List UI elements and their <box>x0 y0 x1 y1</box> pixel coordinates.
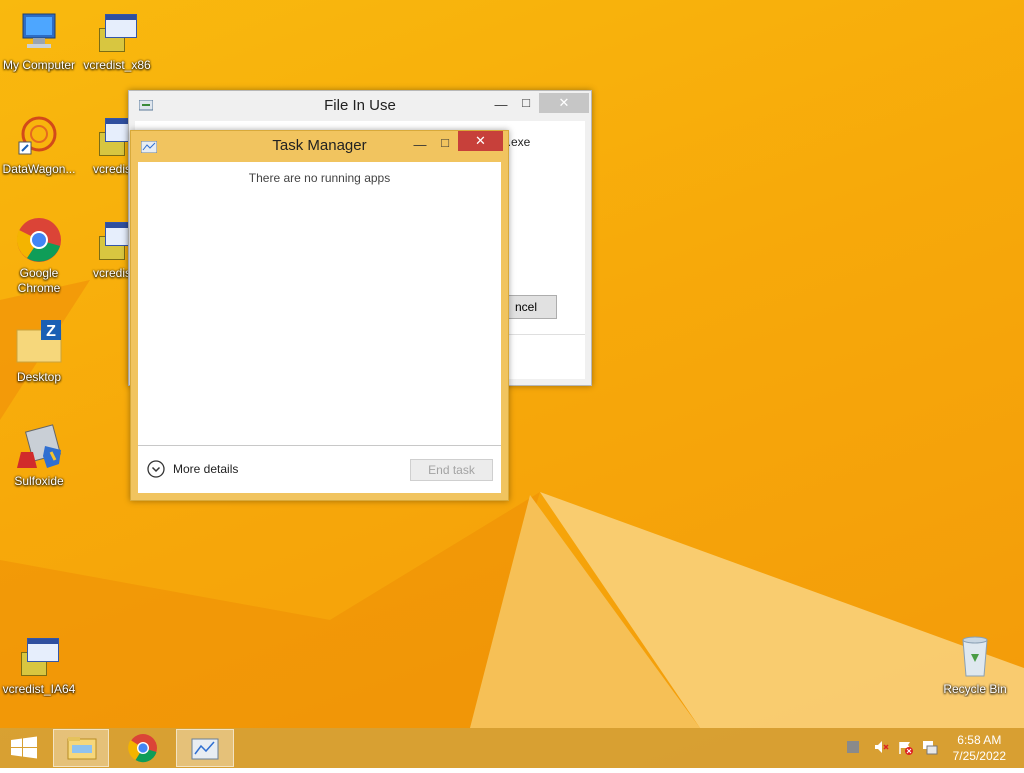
chrome-icon <box>128 734 157 763</box>
file-explorer-icon <box>67 737 97 760</box>
minimize-button[interactable]: — <box>487 95 515 115</box>
taskbar-task-manager[interactable] <box>176 729 234 767</box>
close-button[interactable]: ✕ <box>458 131 503 151</box>
taskbar: 6:58 AM 7/25/2022 <box>0 728 1024 768</box>
desktop-icon-label: vcredist_IA64 <box>2 682 76 696</box>
desktop-icon-vcredist-ia64[interactable]: vcredist_IA64 <box>0 632 79 697</box>
desktop-icon-label: Desktop <box>16 370 62 384</box>
maximize-button[interactable]: □ <box>431 133 459 153</box>
taskbar-google-chrome[interactable] <box>115 729 171 767</box>
desktop-icon-label: Recycle Bin <box>943 682 1007 696</box>
minimize-button[interactable]: — <box>406 135 434 155</box>
installer-icon <box>15 632 63 680</box>
desktop-icon-recycle-bin[interactable]: Recycle Bin <box>935 632 1015 697</box>
task-manager-icon <box>191 738 219 760</box>
taskbar-file-explorer[interactable] <box>53 729 109 767</box>
network-icon[interactable] <box>922 740 938 755</box>
recycle-bin-icon <box>951 632 999 680</box>
windows-logo-icon <box>11 736 37 759</box>
desktop-icon-label: DataWagon... <box>2 162 76 176</box>
folder-icon: Z <box>15 320 63 368</box>
desktop-icon-sulfoxide[interactable]: Sulfoxide <box>0 424 79 489</box>
datawagon-icon <box>15 112 63 160</box>
task-manager-content: There are no running apps More details E… <box>138 162 501 493</box>
maximize-button[interactable]: □ <box>512 93 540 113</box>
svg-text:Z: Z <box>46 323 56 340</box>
divider <box>138 445 501 446</box>
desktop-icon-label: Sulfoxide <box>14 474 64 488</box>
installer-icon <box>93 8 141 56</box>
task-manager-window[interactable]: Task Manager — □ ✕ There are no running … <box>130 130 509 501</box>
desktop-icon-vcredist-x86[interactable]: vcredist_x86 <box>77 8 157 73</box>
desktop-icon-google-chrome[interactable]: Google Chrome <box>0 216 79 296</box>
sulfoxide-icon <box>15 424 63 472</box>
desktop-icon-label: My Computer <box>2 58 76 72</box>
end-task-button[interactable]: End task <box>410 459 493 481</box>
action-center-warning-icon[interactable] <box>898 740 913 755</box>
system-clock[interactable]: 6:58 AM 7/25/2022 <box>953 732 1006 764</box>
desktop-icon-label: Google Chrome <box>17 266 61 295</box>
speaker-muted-icon[interactable] <box>874 740 889 754</box>
empty-state-message: There are no running apps <box>248 171 391 185</box>
more-details-link[interactable]: More details <box>173 462 238 476</box>
chevron-down-icon[interactable] <box>147 460 165 478</box>
desktop-icon-label: vcredist_x86 <box>83 58 151 72</box>
desktop-icon-my-computer[interactable]: My Computer <box>0 8 79 73</box>
close-button[interactable]: ✕ <box>539 93 589 113</box>
desktop-icon-datawagon[interactable]: DataWagon... <box>0 112 79 177</box>
desktop-icon-desktop[interactable]: Z Desktop <box>0 320 79 385</box>
tray-show-hidden-icon[interactable] <box>846 740 860 754</box>
chrome-icon <box>15 216 63 264</box>
start-button[interactable] <box>0 729 48 767</box>
computer-icon <box>15 8 63 56</box>
clock-date: 7/25/2022 <box>952 749 1006 763</box>
clock-time: 6:58 AM <box>957 733 1002 747</box>
